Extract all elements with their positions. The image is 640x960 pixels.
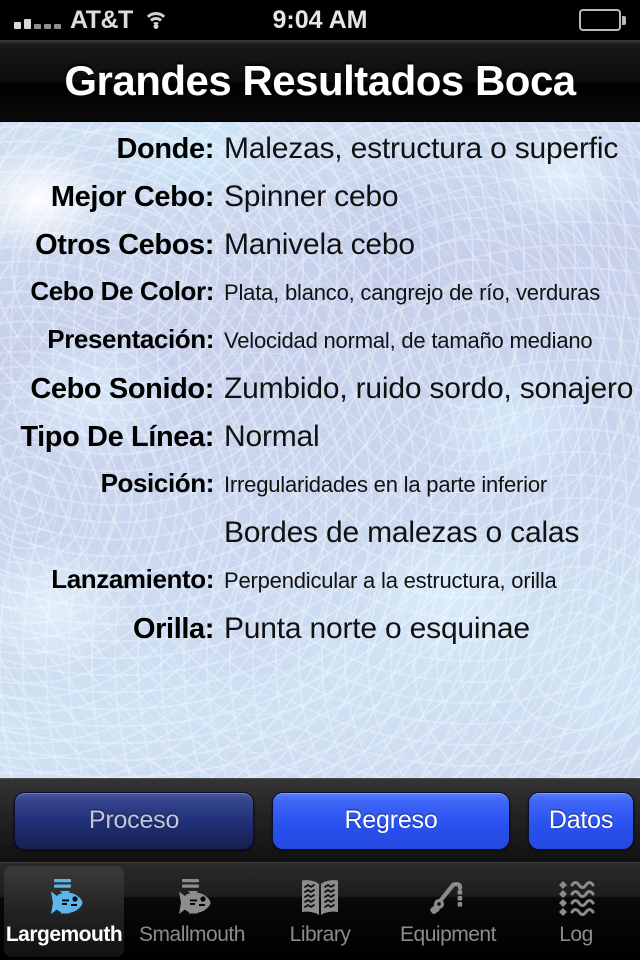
wave-list-icon [550,876,602,918]
detail-row: Posición: Irregularidades en la parte inf… [0,468,640,516]
detail-content-panel: Donde: Malezas, estructura o superfic Mejo… [0,122,640,778]
detail-row-value: Perpendicular a la estructura, orilla [224,568,557,593]
data-button[interactable]: Datos [528,791,634,850]
tab-item-library[interactable]: Library [256,863,384,960]
detail-row: Tipo De Línea: Normal [0,420,640,468]
clock-label: 9:04 AM [272,5,368,34]
detail-row-label: Donde: [116,133,215,165]
detail-row: Presentación: Velocidad normal, de tamaño… [0,324,640,372]
detail-row-value: Plata, blanco, cangrejo de río, verduras [224,280,601,305]
fish-smallmouth-icon [166,876,218,918]
fish-largemouth-icon [38,876,90,918]
tab-item-largemouth[interactable]: Largemouth [0,863,128,960]
detail-row-label: Otros Cebos: [35,229,214,261]
detail-row-list: Donde: Malezas, estructura o superfic Mejo… [0,122,640,778]
status-bar: AT&T 9:04 AM [0,0,640,40]
tab-label: Library [289,923,351,946]
detail-row: Otros Cebos: Manivela cebo [0,228,640,276]
detail-row-value: Irregularidades en la parte inferior [224,472,547,497]
detail-row-label: Presentación: [47,324,214,354]
detail-row-value: Velocidad normal, de tamaño mediano [224,328,593,353]
detail-row-value: Manivela cebo [224,228,415,261]
detail-row-label: Mejor Cebo: [50,181,215,213]
action-toolbar: Proceso Regreso Datos [0,778,640,862]
detail-row-label: Cebo Sonido: [30,373,214,405]
detail-row-label: Lanzamiento: [51,564,214,594]
detail-row-value: Malezas, estructura o superfic [224,132,619,165]
detail-row-label: Posición: [100,468,215,498]
detail-row-label: Cebo De Color: [30,276,214,306]
detail-row: Orilla: Punta norte o esquinae [0,612,640,660]
detail-row: Cebo De Color: Plata, blanco, cangrejo de… [0,276,640,324]
tab-label: Largemouth [5,923,123,946]
detail-row-value: Zumbido, ruido sordo, sonajero [224,372,634,405]
tab-label: Equipment [400,923,496,946]
phone-screen: AT&T 9:04 AM Grandes Resultados Boca Don… [0,0,640,960]
navigation-bar: Grandes Resultados Boca [0,40,640,122]
detail-row-value: Spinner cebo [224,180,399,213]
detail-row: Mejor Cebo: Spinner cebo [0,180,640,228]
detail-row-label: Tipo De Línea: [20,421,214,453]
tab-label: Smallmouth [139,923,245,946]
detail-row: Cebo Sonido: Zumbido, ruido sordo, sonaje… [0,372,640,420]
back-button[interactable]: Regreso [272,791,510,850]
detail-row-value: Bordes de malezas o calas [224,516,580,549]
detail-row: Bordes de malezas o calas [0,516,640,564]
detail-row-value: Normal [224,420,320,453]
fishing-rod-icon [422,876,474,918]
open-book-icon [294,876,346,918]
process-button[interactable]: Proceso [14,791,254,850]
tab-item-equipment[interactable]: Equipment [384,863,512,960]
tab-label: Log [559,923,593,946]
tab-bar: Largemouth Smallmouth Library Equipment … [0,862,640,960]
tab-item-log[interactable]: Log [512,863,640,960]
detail-row: Lanzamiento: Perpendicular a la estructur… [0,564,640,612]
tab-item-smallmouth[interactable]: Smallmouth [128,863,256,960]
detail-row: Donde: Malezas, estructura o superfic [0,132,640,180]
battery-icon [579,9,626,31]
detail-row-label: Orilla: [133,613,214,645]
page-title: Grandes Resultados Boca [64,56,576,104]
detail-row-value: Punta norte o esquinae [224,612,530,645]
